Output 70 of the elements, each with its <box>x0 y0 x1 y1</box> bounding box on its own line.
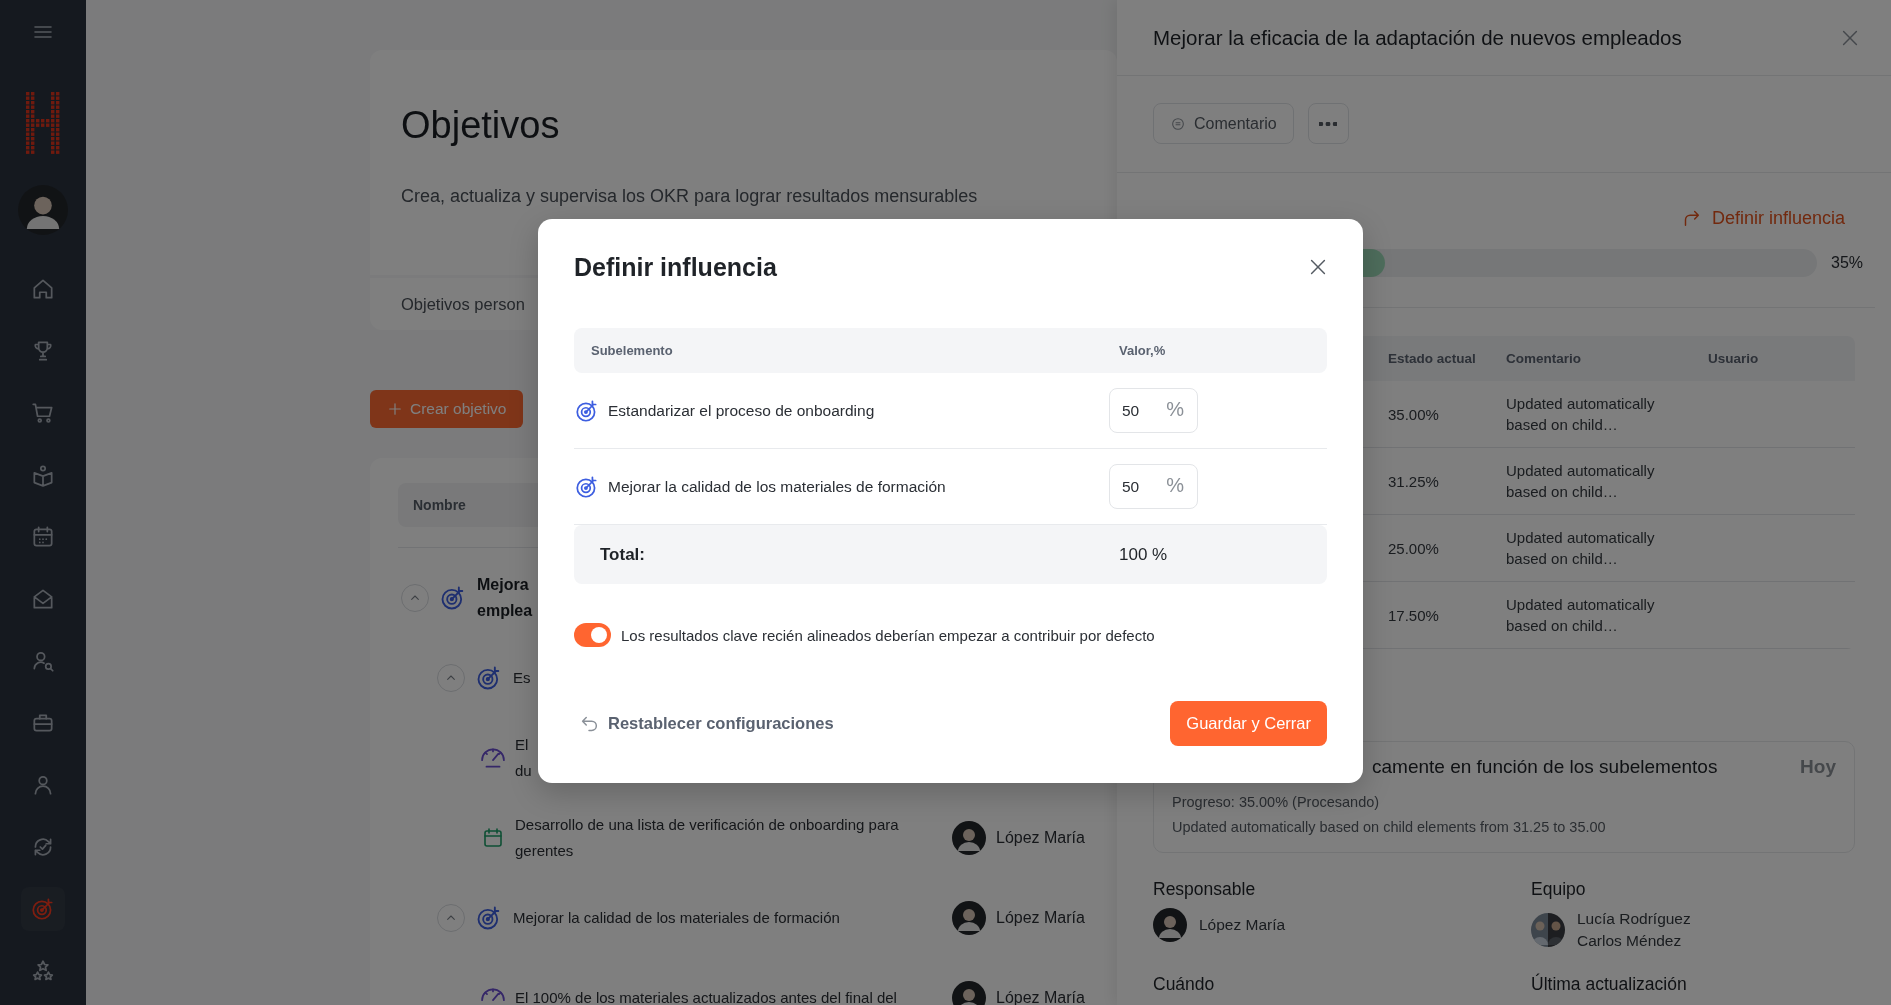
gauge-icon <box>481 748 505 768</box>
column-header: Subelemento <box>590 343 674 358</box>
create-objective-button[interactable]: Crear objetivo <box>370 390 523 428</box>
toggle-switch[interactable] <box>574 623 611 647</box>
objective-name: Es <box>513 668 532 688</box>
person-name: Lucía Rodríguez <box>1577 909 1691 929</box>
panel-title: Mejorar la eficacia de la adaptación de nuevos empleados <box>1153 25 1682 50</box>
objective-name: du <box>515 761 533 781</box>
comment-button[interactable]: Comentario <box>1153 103 1294 144</box>
table-cell-text: Updated automatically based on child… <box>1506 394 1656 435</box>
logo-icon <box>25 92 61 155</box>
total-label: Total: <box>599 544 646 565</box>
field-label: Responsable <box>1153 879 1257 900</box>
table-cell-text: 35.00% <box>1388 404 1440 425</box>
calendar-icon <box>481 826 505 850</box>
avatar-icon <box>952 901 986 935</box>
total-value: 100 % <box>1118 544 1169 565</box>
objective-name: Mejora <box>477 575 530 595</box>
column-header: Estado actual <box>1388 351 1477 366</box>
unit-label: % <box>1166 398 1184 421</box>
page-subtitle: Crea, actualiza y supervisa los OKR para lograr resultados mensurables <box>401 185 979 208</box>
target-icon <box>574 397 600 424</box>
more-button[interactable] <box>1307 103 1349 144</box>
table-cell-text: 17.50% <box>1388 605 1440 626</box>
table-cell-text: 31.25% <box>1388 471 1440 492</box>
column-header: Nombre <box>412 497 466 513</box>
column-header: Usuario <box>1708 351 1760 366</box>
table-cell-text: 25.00% <box>1388 538 1440 559</box>
objective-name: El <box>515 735 530 755</box>
update-title: camente en función de los subelementos <box>1372 756 1718 778</box>
field-label: Cuándo <box>1153 974 1216 995</box>
owner-name: López María <box>996 909 1085 927</box>
subelement-name: Mejorar la calidad de los materiales de formación <box>608 477 946 496</box>
table-cell-text: Updated automatically based on child… <box>1506 461 1656 502</box>
comment-icon <box>1170 115 1186 132</box>
column-header: Comentario <box>1506 351 1582 366</box>
table-cell-text: Updated automatically based on child… <box>1506 528 1656 569</box>
dialog-title: Definir influencia <box>574 252 777 282</box>
objective-name: Desarrollo de una lista de verificación de onboarding para gerentes <box>515 815 900 861</box>
update-date: Hoy <box>1800 756 1836 778</box>
avatar-icon <box>1153 908 1187 942</box>
more-icon <box>1319 121 1338 126</box>
objective-name: Mejorar la calidad de los materiales de formación <box>513 908 841 928</box>
calendar-icon <box>30 524 56 550</box>
target-icon <box>30 896 56 922</box>
tab[interactable]: Objetivos person <box>396 290 530 318</box>
target-icon <box>574 473 600 500</box>
owner-name: López María <box>996 829 1085 847</box>
toggle-label: Los resultados clave recién alineados deberían empezar a contribuir por defecto <box>621 626 1155 644</box>
field-label: Equipo <box>1531 879 1587 900</box>
field-label: Última actualización <box>1531 974 1688 995</box>
avatar-icon <box>952 981 986 1005</box>
avatar-icon <box>18 185 68 235</box>
define-influence-link[interactable]: Definir influencia <box>1679 207 1845 229</box>
plus-icon <box>386 400 404 418</box>
team-avatar-icon <box>1531 913 1565 947</box>
unit-label: % <box>1166 474 1184 497</box>
objective-name: El 100% de los materiales actualizados antes del final del <box>515 988 898 1005</box>
page-title: Objetivos <box>401 103 561 148</box>
reset-button[interactable]: Restablecer configuraciones <box>578 712 834 735</box>
update-text: Updated automatically based on child elements from 31.25 to 35.00 <box>1172 818 1607 837</box>
person-name: Carlos Méndez <box>1577 931 1683 951</box>
avatar-icon <box>952 821 986 855</box>
column-header: Valor,% <box>1118 343 1167 358</box>
save-button[interactable]: Guardar y Cerrar <box>1170 701 1327 746</box>
table-cell-text: Updated automatically based on child… <box>1506 595 1656 636</box>
update-text: Progreso: 35.00% (Procesando) <box>1172 793 1381 812</box>
person-name: López María <box>1199 915 1286 935</box>
objective-name: emplea <box>477 601 534 621</box>
subelement-name: Estandarizar el proceso de onboarding <box>608 401 875 420</box>
